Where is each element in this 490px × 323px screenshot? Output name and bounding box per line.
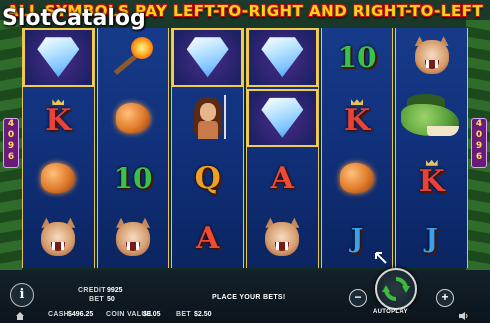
- sabertooth-tiger-symbol-icon: [37, 217, 79, 260]
- crown-icon: [425, 159, 438, 166]
- symbol-10: 10: [337, 40, 377, 74]
- symbol-j: J: [425, 223, 438, 254]
- cash-value: $496.25: [68, 311, 94, 318]
- symbol-k: K: [418, 163, 445, 199]
- reel-cell: K: [23, 89, 94, 148]
- cavewoman-symbol-icon: [188, 94, 228, 141]
- watermark-logo: SlotCatalog: [2, 6, 146, 31]
- symbol-k: K: [343, 103, 371, 139]
- total-bet-value: $2.50: [194, 311, 212, 318]
- reel-cell: [172, 89, 243, 148]
- reel-1: K: [22, 28, 95, 268]
- ways-badge-left: 4096: [3, 118, 19, 168]
- ways-badge-right: 4096: [471, 118, 487, 168]
- speaker-icon[interactable]: [459, 312, 469, 320]
- symbol-a: A: [270, 160, 294, 196]
- crown-icon: [52, 99, 65, 106]
- sabertooth-tiger-symbol-icon: [112, 217, 154, 260]
- symbol-k: K: [45, 103, 72, 139]
- reel-cell: [246, 88, 318, 147]
- reel-2: 10: [96, 28, 170, 269]
- amber-rock-symbol-icon: [41, 163, 76, 194]
- amber-rock-symbol-icon: [339, 163, 374, 194]
- credit-value: 9925: [107, 287, 123, 294]
- reel-cell: Q: [172, 149, 243, 208]
- autoplay-button[interactable]: AUTOPLAY: [373, 309, 408, 315]
- credit-label: CREDIT: [78, 287, 106, 294]
- increase-bet-button[interactable]: +: [436, 289, 454, 307]
- dinosaur-wild-symbol-icon: [397, 90, 467, 146]
- reel-cell: [23, 149, 94, 208]
- reel-cell: [98, 28, 169, 87]
- info-button[interactable]: i: [10, 283, 34, 307]
- reel-cell: K: [396, 149, 467, 208]
- total-bet-label: BET: [176, 311, 191, 318]
- diamond-symbol-icon: [261, 97, 304, 138]
- game-screen: 4096 4096 K 10 Q A A 10 K J K J ALL SYMBOLS PAY L…: [0, 0, 490, 323]
- reel-cell: [98, 210, 169, 269]
- reel-cell: [322, 149, 393, 208]
- reel-cell: [98, 89, 169, 148]
- reel-cell: 10: [322, 28, 393, 87]
- reel-cell: A: [247, 149, 318, 208]
- reel-cell: [246, 28, 318, 87]
- reel-3: QA: [171, 28, 244, 268]
- reel-cell: [23, 28, 94, 87]
- diamond-symbol-icon: [37, 37, 80, 78]
- reel-cell: K: [322, 89, 393, 148]
- status-message: PLACE YOUR BETS!: [212, 294, 286, 301]
- bet-value: 50: [107, 296, 115, 303]
- diamond-symbol-icon: [261, 37, 304, 78]
- symbol-k-wrapper: K: [419, 158, 445, 199]
- reel-cell: A: [172, 210, 243, 269]
- diamond-symbol-icon: [186, 37, 229, 78]
- symbol-q: Q: [194, 160, 221, 196]
- spin-button[interactable]: [375, 268, 417, 310]
- coin-value-value: $0.05: [143, 311, 161, 318]
- reel-cell: 10: [98, 149, 169, 208]
- reels-grid: K 10 Q A A 10 K J K J: [22, 28, 468, 268]
- reel-cell: [396, 89, 467, 148]
- decrease-bet-button[interactable]: −: [349, 289, 367, 307]
- symbol-j: J: [350, 223, 364, 254]
- reel-5: 10 K J: [320, 28, 394, 268]
- symbol-10: 10: [113, 161, 153, 195]
- reel-cell: [172, 28, 243, 87]
- reel-cell: [247, 210, 318, 269]
- crown-icon: [350, 99, 363, 106]
- sabertooth-tiger-symbol-icon: [411, 36, 453, 78]
- home-icon[interactable]: [16, 312, 24, 320]
- reel-cell: [396, 28, 467, 87]
- cash-label: CASH: [48, 311, 70, 318]
- reel-4: A: [245, 28, 319, 269]
- symbol-k-wrapper: K: [45, 97, 71, 138]
- symbol-a: A: [196, 221, 220, 257]
- reel-cell: [23, 210, 94, 269]
- symbol-k-wrapper: K: [344, 97, 370, 138]
- arrow-cursor-icon: [375, 252, 387, 264]
- sabertooth-tiger-symbol-icon: [261, 217, 303, 260]
- bet-label: BET: [89, 296, 104, 303]
- refresh-arrows-icon: [382, 277, 410, 301]
- reel-6: KJ: [395, 28, 468, 268]
- amber-rock-symbol-icon: [115, 102, 150, 133]
- reel-cell: J: [396, 210, 467, 269]
- torch-symbol-icon: [111, 37, 155, 77]
